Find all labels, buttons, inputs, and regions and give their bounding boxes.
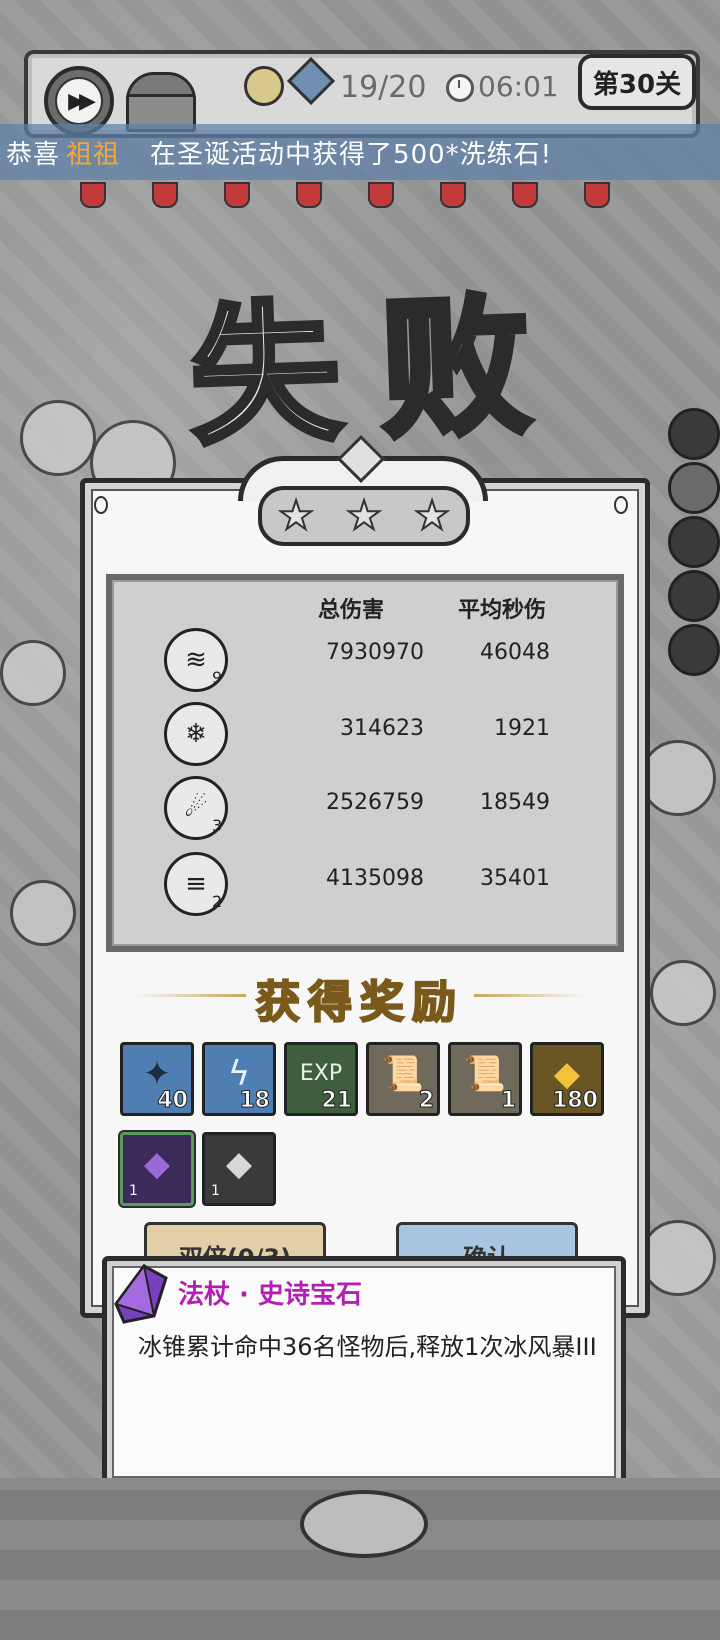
panel-rivet xyxy=(94,496,108,514)
side-skill-icon xyxy=(668,462,720,514)
item-quantity: 180 xyxy=(552,1088,599,1114)
monster-silhouette xyxy=(0,640,66,706)
reward-item-lightning-crystal[interactable]: ϟ 18 xyxy=(202,1042,276,1116)
total-damage-value: 4135098 xyxy=(326,866,424,891)
star-icon: ★ xyxy=(345,493,383,539)
reward-item-boot-scroll[interactable]: 📜 1 xyxy=(448,1042,522,1116)
announcement-prefix: 恭喜 xyxy=(6,140,61,170)
stocking-icon xyxy=(440,182,466,208)
bell-icon xyxy=(244,66,284,106)
monster-silhouette xyxy=(640,1220,716,1296)
wave-counter: 19/20 xyxy=(340,70,427,105)
frost-splash-icon: ❄ xyxy=(164,702,228,766)
stocking-icon xyxy=(512,182,538,208)
announcement-message: 在圣诞活动中获得了500*洗练石! xyxy=(150,140,553,170)
rewards-title: 获得奖励 xyxy=(255,976,464,1029)
dps-value: 46048 xyxy=(480,640,550,665)
fast-forward-icon: ▶▶ xyxy=(55,77,103,125)
defeat-title: 失败 xyxy=(184,273,576,468)
star-icon: ★ xyxy=(277,493,315,539)
stocking-icon xyxy=(368,182,394,208)
skill-level: 2 xyxy=(212,892,223,911)
tooltip-title: 法杖 · 史诗宝石 xyxy=(178,1280,362,1310)
total-damage-value: 2526759 xyxy=(326,790,424,815)
side-skill-icon xyxy=(668,570,720,622)
item-quantity: 21 xyxy=(321,1088,353,1114)
dps-value: 35401 xyxy=(480,866,550,891)
reward-item-hook-scroll[interactable]: 📜 2 xyxy=(366,1042,440,1116)
monster-silhouette xyxy=(640,740,716,816)
announcement-player: 祖祖 xyxy=(66,140,121,170)
reward-item-ice-shard[interactable]: ✦ 40 xyxy=(120,1042,194,1116)
clock-icon xyxy=(446,74,474,102)
star-rating: ★ ★ ★ xyxy=(258,486,470,546)
item-quantity: 1 xyxy=(129,1183,138,1199)
reward-item-exp[interactable]: EXP 21 xyxy=(284,1042,358,1116)
stocking-icon xyxy=(584,182,610,208)
purple-gem-icon xyxy=(114,1264,168,1324)
treasure-chest-icon[interactable] xyxy=(126,72,196,132)
item-quantity: 2 xyxy=(418,1088,434,1114)
silver-gem-icon: ◆ xyxy=(225,1144,253,1184)
side-skill-icon xyxy=(668,516,720,568)
stocking-icon xyxy=(296,182,322,208)
monster-silhouette xyxy=(20,400,96,476)
panel-rivet xyxy=(614,496,628,514)
total-damage-value: 314623 xyxy=(340,716,424,741)
item-quantity: 1 xyxy=(500,1088,516,1114)
item-quantity: 40 xyxy=(157,1088,189,1114)
star-icon: ★ xyxy=(413,493,451,539)
purple-gem-icon: ◆ xyxy=(143,1144,171,1184)
stocking-icon xyxy=(224,182,250,208)
stocking-icon xyxy=(152,182,178,208)
dps-value: 18549 xyxy=(480,790,550,815)
level-badge: 第30关 xyxy=(578,54,696,110)
reward-item-gold[interactable]: ◆ 180 xyxy=(530,1042,604,1116)
tooltip-description: 冰锥累计命中36名怪物后,释放1次冰风暴III xyxy=(138,1333,597,1361)
dps-value: 1921 xyxy=(494,716,550,741)
item-quantity: 18 xyxy=(239,1088,271,1114)
stocking-icon xyxy=(80,182,106,208)
monster-silhouette xyxy=(10,880,76,946)
skill-level: 3 xyxy=(212,816,223,835)
item-quantity: 1 xyxy=(211,1183,220,1199)
fountain xyxy=(300,1490,428,1558)
header-average-dps: 平均秒伤 xyxy=(458,598,547,623)
reward-item-purple-gem[interactable]: ◆ 1 xyxy=(120,1132,194,1206)
skill-level: 9 xyxy=(212,668,223,687)
battle-timer: 06:01 xyxy=(478,70,559,103)
reward-item-silver-gem[interactable]: ◆ 1 xyxy=(202,1132,276,1206)
christmas-stockings xyxy=(80,182,680,208)
side-skill-icon xyxy=(668,408,720,460)
side-skill-icon xyxy=(668,624,720,676)
header-total-damage: 总伤害 xyxy=(318,598,385,623)
announcement-text: 恭喜 祖祖 在圣诞活动中获得了500*洗练石! xyxy=(6,134,552,171)
total-damage-value: 7930970 xyxy=(326,640,424,665)
